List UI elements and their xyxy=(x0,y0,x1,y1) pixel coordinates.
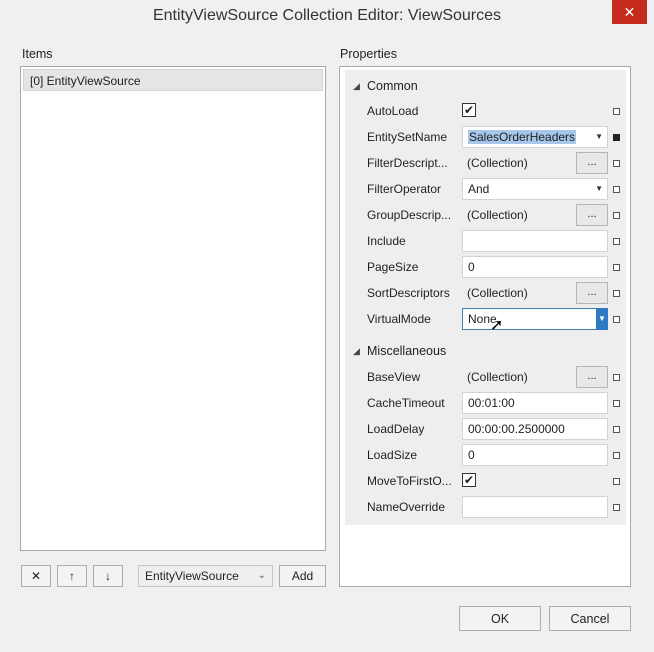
property-marker[interactable] xyxy=(613,186,620,193)
property-name: SortDescriptors xyxy=(367,286,450,300)
property-name: LoadSize xyxy=(367,448,418,462)
property-marker[interactable] xyxy=(613,134,620,141)
include-input[interactable] xyxy=(462,230,608,252)
items-label: Items xyxy=(22,47,53,61)
item-type-combo[interactable]: EntityViewSource ⌄ xyxy=(138,565,273,587)
property-row-loadsize: LoadSize 0 xyxy=(345,443,626,469)
loaddelay-input[interactable]: 00:00:00.2500000 xyxy=(462,418,608,440)
property-marker[interactable] xyxy=(613,426,620,433)
nameoverride-input[interactable] xyxy=(462,496,608,518)
property-row-virtualmode: VirtualMode None ▼ xyxy=(345,307,626,333)
loadsize-input[interactable]: 0 xyxy=(462,444,608,466)
collapse-triangle-icon[interactable]: ◢ xyxy=(353,75,360,97)
add-button[interactable]: Add xyxy=(279,565,326,587)
property-name: MoveToFirstO... xyxy=(367,474,452,488)
close-icon: ✕ xyxy=(623,3,636,20)
property-name: BaseView xyxy=(367,370,421,384)
property-row-include: Include xyxy=(345,229,626,255)
cachetimeout-input[interactable]: 00:01:00 xyxy=(462,392,608,414)
checkmark-icon: ✔ xyxy=(463,103,475,117)
property-row-sortdescriptors: SortDescriptors (Collection) ... xyxy=(345,281,626,307)
virtualmode-combo[interactable]: None ▼ xyxy=(462,308,608,330)
filteroperator-value: And xyxy=(468,182,490,196)
items-list[interactable]: [0] EntityViewSource xyxy=(20,66,326,551)
category-common[interactable]: ◢ Common xyxy=(345,75,626,97)
property-name: Include xyxy=(367,234,406,248)
property-row-filterdescriptors: FilterDescript... (Collection) ... xyxy=(345,151,626,177)
dropdown-arrow-icon[interactable]: ▼ xyxy=(595,179,603,199)
chevron-down-icon: ⌄ xyxy=(257,570,266,581)
title-bar: EntityViewSource Collection Editor: View… xyxy=(0,0,654,34)
property-row-autoload: AutoLoad ✔ xyxy=(345,99,626,125)
property-marker[interactable] xyxy=(613,160,620,167)
property-row-filteroperator: FilterOperator And ▼ xyxy=(345,177,626,203)
property-marker[interactable] xyxy=(613,264,620,271)
property-name: NameOverride xyxy=(367,500,446,514)
category-label: Common xyxy=(367,79,418,93)
collapse-triangle-icon[interactable]: ◢ xyxy=(353,340,360,362)
property-marker[interactable] xyxy=(613,374,620,381)
ellipsis-button[interactable]: ... xyxy=(576,366,608,388)
property-marker[interactable] xyxy=(613,316,620,323)
entitysetname-value: SalesOrderHeaders xyxy=(468,130,577,144)
movetofirst-checkbox[interactable]: ✔ xyxy=(462,473,476,487)
close-icon: ✕ xyxy=(30,569,42,583)
property-row-baseview: BaseView (Collection) ... xyxy=(345,365,626,391)
cancel-button[interactable]: Cancel xyxy=(549,606,631,631)
properties-label: Properties xyxy=(340,47,397,61)
property-marker[interactable] xyxy=(613,478,620,485)
property-row-loaddelay: LoadDelay 00:00:00.2500000 xyxy=(345,417,626,443)
property-row-groupdescriptors: GroupDescrip... (Collection) ... xyxy=(345,203,626,229)
property-marker[interactable] xyxy=(613,212,620,219)
checkmark-icon: ✔ xyxy=(463,473,475,487)
arrow-up-icon: ↑ xyxy=(69,569,75,583)
ellipsis-button[interactable]: ... xyxy=(576,282,608,304)
property-marker[interactable] xyxy=(613,108,620,115)
remove-item-button[interactable]: ✕ xyxy=(21,565,51,587)
property-marker[interactable] xyxy=(613,452,620,459)
property-name: LoadDelay xyxy=(367,422,425,436)
close-button[interactable]: ✕ xyxy=(612,0,647,24)
property-name: CacheTimeout xyxy=(367,396,445,410)
list-item[interactable]: [0] EntityViewSource xyxy=(23,69,323,91)
property-row-entitysetname: EntitySetName SalesOrderHeaders ▼ xyxy=(345,125,626,151)
ellipsis-button[interactable]: ... xyxy=(576,152,608,174)
mouse-cursor-icon: ➚ xyxy=(490,317,504,334)
category-label: Miscellaneous xyxy=(367,344,447,358)
arrow-down-icon: ↓ xyxy=(105,569,111,583)
property-row-cachetimeout: CacheTimeout 00:01:00 xyxy=(345,391,626,417)
dropdown-arrow-icon[interactable]: ▼ xyxy=(595,127,603,147)
property-name: FilterOperator xyxy=(367,182,442,196)
property-row-pagesize: PageSize 0 xyxy=(345,255,626,281)
dropdown-arrow-icon[interactable]: ▼ xyxy=(596,308,608,330)
autoload-checkbox[interactable]: ✔ xyxy=(462,103,476,117)
ellipsis-button[interactable]: ... xyxy=(576,204,608,226)
property-name: VirtualMode xyxy=(367,312,431,326)
property-row-nameoverride: NameOverride xyxy=(345,495,626,521)
property-name: EntitySetName xyxy=(367,130,448,144)
property-marker[interactable] xyxy=(613,504,620,511)
properties-panel: ◢ Common AutoLoad ✔ EntitySetName SalesO… xyxy=(339,66,631,587)
pagesize-input[interactable]: 0 xyxy=(462,256,608,278)
item-type-value: EntityViewSource xyxy=(145,569,239,583)
property-name: PageSize xyxy=(367,260,419,274)
property-name: AutoLoad xyxy=(367,104,419,118)
entitysetname-combo[interactable]: SalesOrderHeaders ▼ xyxy=(462,126,608,148)
property-row-movetofirst: MoveToFirstO... ✔ xyxy=(345,469,626,495)
move-up-button[interactable]: ↑ xyxy=(57,565,87,587)
property-marker[interactable] xyxy=(613,238,620,245)
category-miscellaneous[interactable]: ◢ Miscellaneous xyxy=(345,340,626,362)
property-marker[interactable] xyxy=(613,400,620,407)
property-grid: ◢ Common AutoLoad ✔ EntitySetName SalesO… xyxy=(345,70,626,525)
property-name: GroupDescrip... xyxy=(367,208,452,222)
filteroperator-combo[interactable]: And ▼ xyxy=(462,178,608,200)
window-title: EntityViewSource Collection Editor: View… xyxy=(152,7,502,24)
ok-button[interactable]: OK xyxy=(459,606,541,631)
property-marker[interactable] xyxy=(613,290,620,297)
property-name: FilterDescript... xyxy=(367,156,448,170)
move-down-button[interactable]: ↓ xyxy=(93,565,123,587)
